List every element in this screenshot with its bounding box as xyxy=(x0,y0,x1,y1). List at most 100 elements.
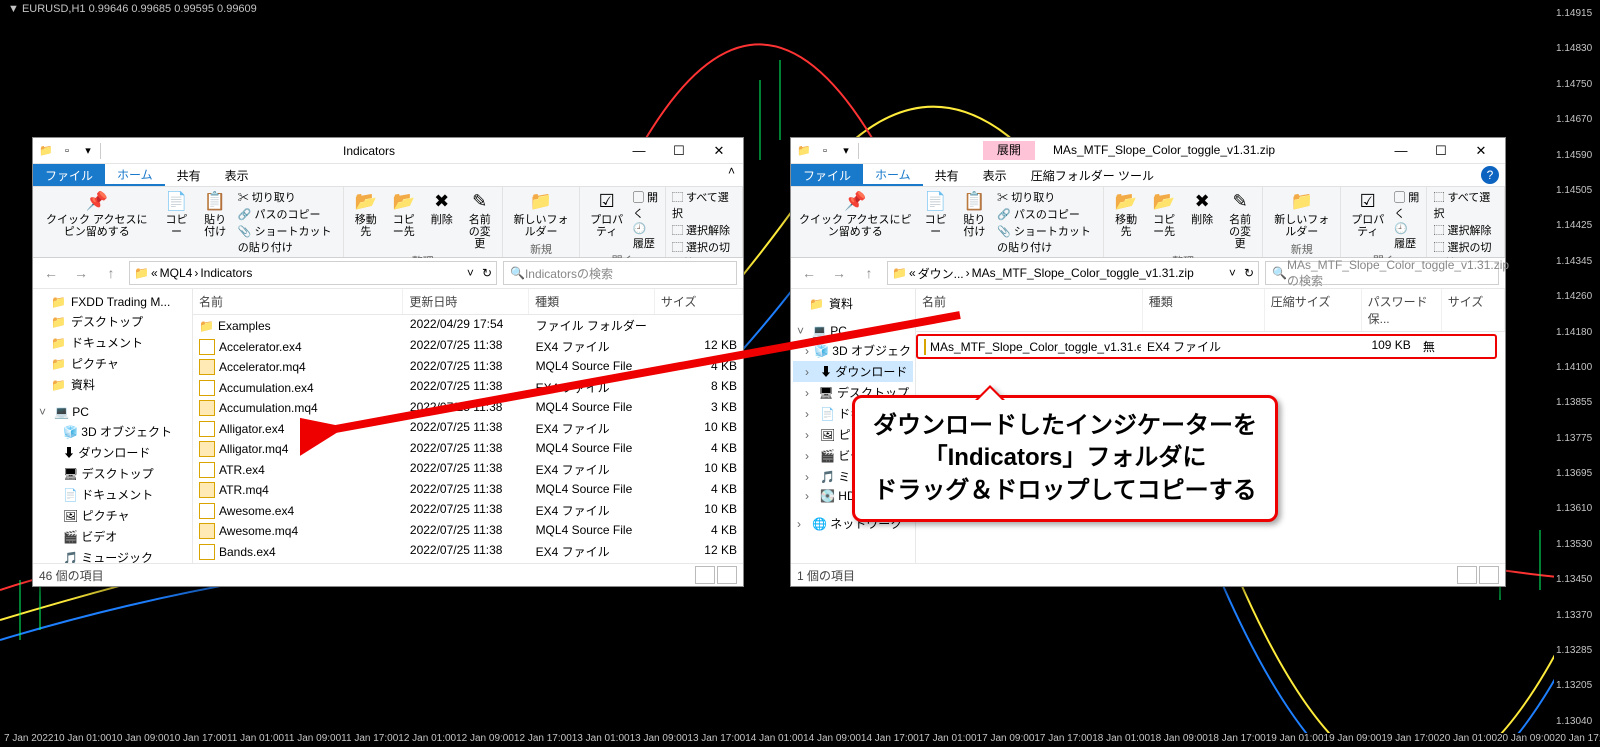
tab-file[interactable]: ファイル xyxy=(791,164,863,186)
col-size[interactable]: サイズ xyxy=(1442,289,1505,331)
col-name[interactable]: 名前 xyxy=(193,289,403,314)
nav-pane[interactable]: 📁FXDD Trading M...📁デスクトップ📁ドキュメント📁ピクチャ📁資料… xyxy=(33,289,193,563)
col-type[interactable]: 種類 xyxy=(529,289,655,314)
copy-path-button[interactable]: 🔗 パスのコピー xyxy=(238,206,337,222)
select-all-button[interactable]: ⬚ すべて選択 xyxy=(672,189,736,221)
cut-button[interactable]: ✂ 切り取り xyxy=(997,189,1097,205)
view-icons-button[interactable] xyxy=(1479,566,1499,584)
minimize-button[interactable]: — xyxy=(1381,138,1421,163)
properties-button[interactable]: ☑プロパティ xyxy=(586,189,626,240)
tab-home[interactable]: ホーム xyxy=(105,164,165,186)
file-row[interactable]: Accelerator.mq4 2022/07/25 11:38 MQL4 So… xyxy=(193,357,743,377)
copy-to-button[interactable]: 📂コピー先 xyxy=(1148,189,1180,240)
qat-btn[interactable]: ▫ xyxy=(58,142,76,160)
rename-button[interactable]: ✎名前の変更 xyxy=(1224,189,1256,252)
search-input[interactable]: 🔍 MAs_MTF_Slope_Color_toggle_v1.31.zipの検… xyxy=(1265,261,1499,285)
col-size[interactable]: サイズ xyxy=(655,289,743,314)
breadcrumb[interactable]: 📁 « MQL4 › Indicators ˅↻ xyxy=(129,261,497,285)
file-row[interactable]: ATR.mq4 2022/07/25 11:38 MQL4 Source Fil… xyxy=(193,480,743,500)
nav-item[interactable]: 📁資料 xyxy=(35,374,190,395)
forward-button[interactable]: → xyxy=(69,261,93,285)
view-icons-button[interactable] xyxy=(717,566,737,584)
nav-item[interactable]: 📁デスクトップ xyxy=(35,311,190,332)
new-folder-button[interactable]: 📁新しいフォルダー xyxy=(1269,189,1334,240)
crumb-item[interactable]: MQL4 xyxy=(160,266,193,280)
minimize-button[interactable]: — xyxy=(619,138,659,163)
file-row[interactable]: Alligator.mq4 2022/07/25 11:38 MQL4 Sour… xyxy=(193,439,743,459)
select-none-button[interactable]: ⬚ 選択解除 xyxy=(1433,222,1498,238)
nav-item[interactable]: ›⬇ ダウンロード xyxy=(793,361,913,382)
collapse-ribbon-button[interactable]: ˄ xyxy=(720,164,743,186)
nav-item[interactable]: 🖥 デスクトップ xyxy=(35,463,190,484)
open-button[interactable]: ▢ 開く xyxy=(633,189,659,221)
col-type[interactable]: 種類 xyxy=(1143,289,1265,331)
tab-zip-tools[interactable]: 圧縮フォルダー ツール xyxy=(1019,164,1166,186)
delete-button[interactable]: ✖削除 xyxy=(426,189,458,228)
new-folder-button[interactable]: 📁新しいフォルダー xyxy=(509,189,574,240)
col-pwd[interactable]: パスワード保... xyxy=(1362,289,1442,331)
qat-btn[interactable]: ▫ xyxy=(816,142,834,160)
nav-item[interactable]: 🎬 ビデオ xyxy=(35,526,190,547)
rename-button[interactable]: ✎名前の変更 xyxy=(464,189,496,252)
maximize-button[interactable]: ☐ xyxy=(1421,138,1461,163)
copy-path-button[interactable]: 🔗 パスのコピー xyxy=(997,206,1097,222)
crumb-item[interactable]: MAs_MTF_Slope_Color_toggle_v1.31.zip xyxy=(972,266,1194,280)
highlighted-file-row[interactable]: MAs_MTF_Slope_Color_toggle_v1.31.ex4 EX4… xyxy=(916,334,1497,359)
nav-item-pc[interactable]: ˅💻 PC xyxy=(35,403,190,421)
nav-item[interactable]: ›🧊 3D オブジェクト xyxy=(793,340,913,361)
file-row[interactable]: Awesome.ex4 2022/07/25 11:38 EX4 ファイル 10… xyxy=(193,500,743,521)
file-list[interactable]: 名前 更新日時 種類 サイズ 📁Examples 2022/04/29 17:5… xyxy=(193,289,743,563)
tab-file[interactable]: ファイル xyxy=(33,164,105,186)
tab-share[interactable]: 共有 xyxy=(923,164,971,186)
crumb-item[interactable]: ダウン... xyxy=(918,265,964,282)
paste-button[interactable]: 📋貼り付け xyxy=(958,189,992,240)
history-button[interactable]: 🕘 履歴 xyxy=(1394,222,1420,251)
col-date[interactable]: 更新日時 xyxy=(403,289,529,314)
properties-button[interactable]: ☑プロパティ xyxy=(1347,189,1388,240)
copy-button[interactable]: 📄コピー xyxy=(920,189,952,240)
help-button[interactable]: ? xyxy=(1481,166,1499,184)
tab-view[interactable]: 表示 xyxy=(213,164,261,186)
close-button[interactable]: ✕ xyxy=(1461,138,1501,163)
file-row[interactable]: Accumulation.ex4 2022/07/25 11:38 EX4 ファ… xyxy=(193,377,743,398)
forward-button[interactable]: → xyxy=(827,261,851,285)
file-row[interactable]: ATR.ex4 2022/07/25 11:38 EX4 ファイル 10 KB xyxy=(193,459,743,480)
nav-item[interactable]: 🖼 ピクチャ xyxy=(35,505,190,526)
column-headers[interactable]: 名前 種類 圧縮サイズ パスワード保... サイズ xyxy=(916,289,1505,332)
select-none-button[interactable]: ⬚ 選択解除 xyxy=(672,222,736,238)
file-row[interactable]: Alligator.ex4 2022/07/25 11:38 EX4 ファイル … xyxy=(193,418,743,439)
pin-quick-access-button[interactable]: 📌クイック アクセスにピン留めする xyxy=(797,189,914,240)
close-button[interactable]: ✕ xyxy=(699,138,739,163)
select-all-button[interactable]: ⬚ すべて選択 xyxy=(1433,189,1498,221)
file-row[interactable]: Awesome.mq4 2022/07/25 11:38 MQL4 Source… xyxy=(193,521,743,541)
col-csize[interactable]: 圧縮サイズ xyxy=(1265,289,1362,331)
pin-quick-access-button[interactable]: 📌クイック アクセスにピン留めする xyxy=(39,189,154,240)
tab-home[interactable]: ホーム xyxy=(863,164,923,186)
view-details-button[interactable] xyxy=(695,566,715,584)
file-row[interactable]: Bands.ex4 2022/07/25 11:38 EX4 ファイル 12 K… xyxy=(193,541,743,562)
file-row[interactable]: 📁Examples 2022/04/29 17:54 ファイル フォルダー xyxy=(193,315,743,336)
qat-btn[interactable]: ▾ xyxy=(837,142,855,160)
copy-button[interactable]: 📄コピー xyxy=(160,189,192,240)
copy-to-button[interactable]: 📂コピー先 xyxy=(388,189,420,240)
breadcrumb[interactable]: 📁 « ダウン... › MAs_MTF_Slope_Color_toggle_… xyxy=(887,261,1259,285)
column-headers[interactable]: 名前 更新日時 種類 サイズ xyxy=(193,289,743,315)
up-button[interactable]: ↑ xyxy=(857,261,881,285)
view-details-button[interactable] xyxy=(1457,566,1477,584)
qat-btn[interactable]: ▾ xyxy=(79,142,97,160)
paste-shortcut-button[interactable]: 📎 ショートカットの貼り付け xyxy=(238,223,337,255)
nav-item[interactable]: 🧊 3D オブジェクト xyxy=(35,421,190,442)
file-row[interactable]: Accumulation.mq4 2022/07/25 11:38 MQL4 S… xyxy=(193,398,743,418)
cut-button[interactable]: ✂ 切り取り xyxy=(238,189,337,205)
file-row[interactable]: Accelerator.ex4 2022/07/25 11:38 EX4 ファイ… xyxy=(193,336,743,357)
nav-item[interactable]: 📁ドキュメント xyxy=(35,332,190,353)
nav-item[interactable]: ⬇ ダウンロード xyxy=(35,442,190,463)
crumb-item[interactable]: Indicators xyxy=(200,266,252,280)
search-input[interactable]: 🔍 Indicatorsの検索 xyxy=(503,261,737,285)
col-name[interactable]: 名前 xyxy=(916,289,1143,331)
nav-item[interactable]: 📄 ドキュメント xyxy=(35,484,190,505)
back-button[interactable]: ← xyxy=(797,261,821,285)
move-to-button[interactable]: 📂移動先 xyxy=(350,189,382,240)
history-button[interactable]: 🕘 履歴 xyxy=(633,222,659,251)
nav-item[interactable]: 📁FXDD Trading M... xyxy=(35,293,190,311)
